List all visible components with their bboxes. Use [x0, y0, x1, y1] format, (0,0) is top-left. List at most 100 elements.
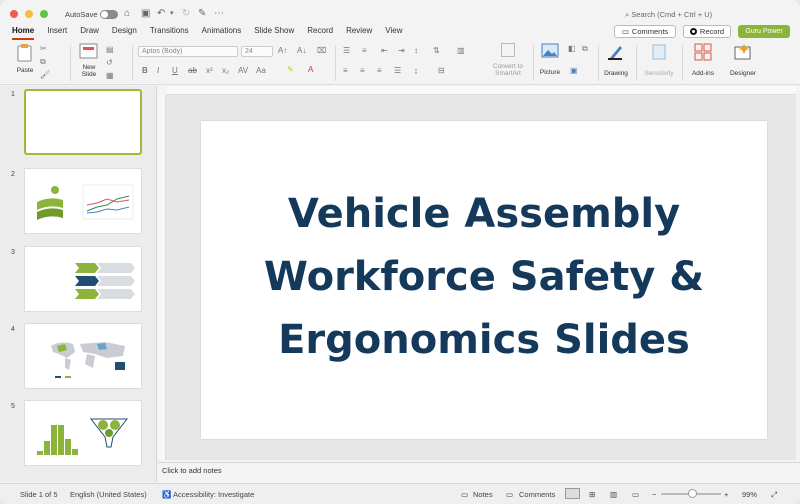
convert-smartart-button[interactable]: Convert to SmartArt: [485, 43, 531, 77]
underline-icon[interactable]: U: [172, 66, 178, 76]
comments-toggle[interactable]: Comments: [519, 490, 555, 499]
section-icon[interactable]: ▦: [106, 71, 114, 81]
tab-design[interactable]: Design: [112, 26, 137, 38]
search-box[interactable]: ⌕ Search (Cmd + Ctrl + U): [625, 10, 712, 20]
current-slide[interactable]: Vehicle Assembly Workforce Safety & Ergo…: [201, 121, 767, 439]
copy-icon[interactable]: ⧉: [40, 57, 46, 67]
bullets-icon[interactable]: ☰: [343, 46, 350, 56]
slide-title[interactable]: Vehicle Assembly Workforce Safety & Ergo…: [201, 183, 767, 372]
character-spacing-icon[interactable]: AV: [238, 66, 248, 76]
horizontal-ruler: [166, 86, 796, 95]
slideshow-view-icon[interactable]: ▭: [632, 490, 639, 499]
record-button[interactable]: Record: [683, 25, 731, 38]
slide-title-line-3: Ergonomics Slides: [278, 317, 690, 363]
numbering-icon[interactable]: ≡: [362, 46, 367, 56]
align-center-icon[interactable]: ≡: [360, 66, 365, 76]
save-icon[interactable]: ▣: [141, 8, 150, 20]
more-icon[interactable]: ⋯: [214, 8, 224, 20]
slide-count: Slide 1 of 5: [20, 490, 58, 499]
picture-icon: [541, 43, 559, 58]
notes-pane[interactable]: Click to add notes: [158, 462, 800, 481]
columns-icon[interactable]: ▥: [457, 46, 465, 56]
superscript-icon[interactable]: x²: [206, 66, 213, 76]
subscript-icon[interactable]: x₂: [222, 66, 229, 76]
align-left-icon[interactable]: ≡: [343, 66, 348, 76]
undo-dropdown-icon[interactable]: ▾: [170, 8, 174, 20]
change-case-icon[interactable]: Aa: [256, 66, 266, 76]
slide-thumbnail-3[interactable]: [24, 246, 142, 312]
reading-view-icon[interactable]: ▥: [610, 490, 617, 499]
tab-record[interactable]: Record: [307, 26, 333, 38]
align-right-icon[interactable]: ≡: [377, 66, 382, 76]
increase-font-icon[interactable]: A↑: [278, 46, 287, 56]
redo-icon[interactable]: ↻: [182, 8, 190, 20]
decrease-font-icon[interactable]: A↓: [297, 46, 306, 56]
minimize-window-button[interactable]: [25, 10, 33, 18]
arrange-icon[interactable]: ⧉: [582, 44, 588, 54]
tab-review[interactable]: Review: [346, 26, 372, 38]
format-painter-icon[interactable]: ✎: [198, 8, 206, 20]
zoom-slider-handle[interactable]: [688, 489, 697, 498]
justify-icon[interactable]: ☰: [394, 66, 401, 76]
tab-slide-show[interactable]: Slide Show: [254, 26, 294, 38]
guru-power-button[interactable]: Guru Power: [738, 25, 790, 38]
reset-icon[interactable]: ↺: [106, 58, 113, 68]
line-spacing-icon[interactable]: ↕: [414, 46, 418, 56]
bold-icon[interactable]: B: [142, 66, 148, 76]
font-name-field[interactable]: Aptos (Body): [138, 46, 238, 57]
align-text-icon[interactable]: ↨: [414, 66, 418, 76]
zoom-level[interactable]: 99%: [742, 490, 757, 499]
drawing-label: Drawing: [604, 70, 628, 77]
fit-to-window-icon[interactable]: ⤢: [771, 490, 777, 500]
notes-toggle[interactable]: Notes: [473, 490, 493, 499]
tab-draw[interactable]: Draw: [80, 26, 99, 38]
close-window-button[interactable]: [10, 10, 18, 18]
zoom-window-button[interactable]: [40, 10, 48, 18]
sensitivity-button[interactable]: Sensitivity: [640, 43, 678, 77]
font-color-icon[interactable]: A: [308, 65, 313, 75]
comments-button[interactable]: ▭ Comments: [614, 25, 676, 38]
slide-thumbnail-1[interactable]: [24, 89, 142, 155]
normal-view-icon[interactable]: [565, 488, 580, 499]
autosave-toggle[interactable]: [100, 10, 118, 19]
paste-button[interactable]: Paste: [10, 43, 40, 74]
highlight-icon[interactable]: ✎: [287, 65, 294, 75]
format-brush-icon[interactable]: 🖌: [40, 70, 50, 80]
undo-icon[interactable]: ↶: [157, 8, 165, 20]
slide-thumbnail-panel[interactable]: 1 2 3 4 5: [0, 86, 157, 482]
tab-animations[interactable]: Animations: [202, 26, 242, 38]
increase-indent-icon[interactable]: ⇥: [398, 46, 405, 56]
tab-insert[interactable]: Insert: [47, 26, 67, 38]
slide-sorter-icon[interactable]: ⊞: [589, 490, 595, 499]
clear-format-icon[interactable]: ⌧: [317, 46, 326, 56]
picture-button[interactable]: Picture: [537, 43, 563, 76]
accessibility-status[interactable]: Accessibility: Investigate: [173, 490, 254, 499]
slide-thumbnail-2[interactable]: [24, 168, 142, 234]
shapes-icon[interactable]: ◧: [568, 44, 576, 54]
text-box-insert-icon[interactable]: ▣: [570, 66, 578, 76]
addins-button[interactable]: Add-ins: [688, 43, 718, 77]
pen-icon: [608, 46, 622, 60]
cut-icon[interactable]: ✂: [40, 44, 47, 54]
new-slide-button[interactable]: New Slide: [76, 43, 102, 78]
designer-icon: [734, 44, 751, 60]
layout-icon[interactable]: ▤: [106, 45, 114, 55]
decrease-indent-icon[interactable]: ⇤: [381, 46, 388, 56]
zoom-in-icon[interactable]: +: [724, 490, 728, 499]
zoom-out-icon[interactable]: −: [652, 490, 656, 499]
slide-5-preview: [37, 418, 129, 455]
text-direction-icon[interactable]: ⇅: [433, 46, 440, 56]
tab-view[interactable]: View: [385, 26, 402, 38]
strikethrough-icon[interactable]: ab: [188, 66, 197, 76]
home-icon[interactable]: ⌂: [124, 8, 130, 20]
slide-thumbnail-5[interactable]: [24, 400, 142, 466]
tab-home[interactable]: Home: [12, 26, 35, 40]
text-box-icon[interactable]: ⊟: [438, 66, 445, 76]
italic-icon[interactable]: I: [157, 66, 159, 76]
designer-button[interactable]: Designer: [726, 43, 760, 77]
tab-transitions[interactable]: Transitions: [150, 26, 189, 38]
language-status[interactable]: English (United States): [70, 490, 147, 499]
slide-thumbnail-4[interactable]: [24, 323, 142, 389]
font-size-field[interactable]: 24: [241, 46, 273, 57]
drawing-button[interactable]: Drawing: [601, 43, 631, 77]
